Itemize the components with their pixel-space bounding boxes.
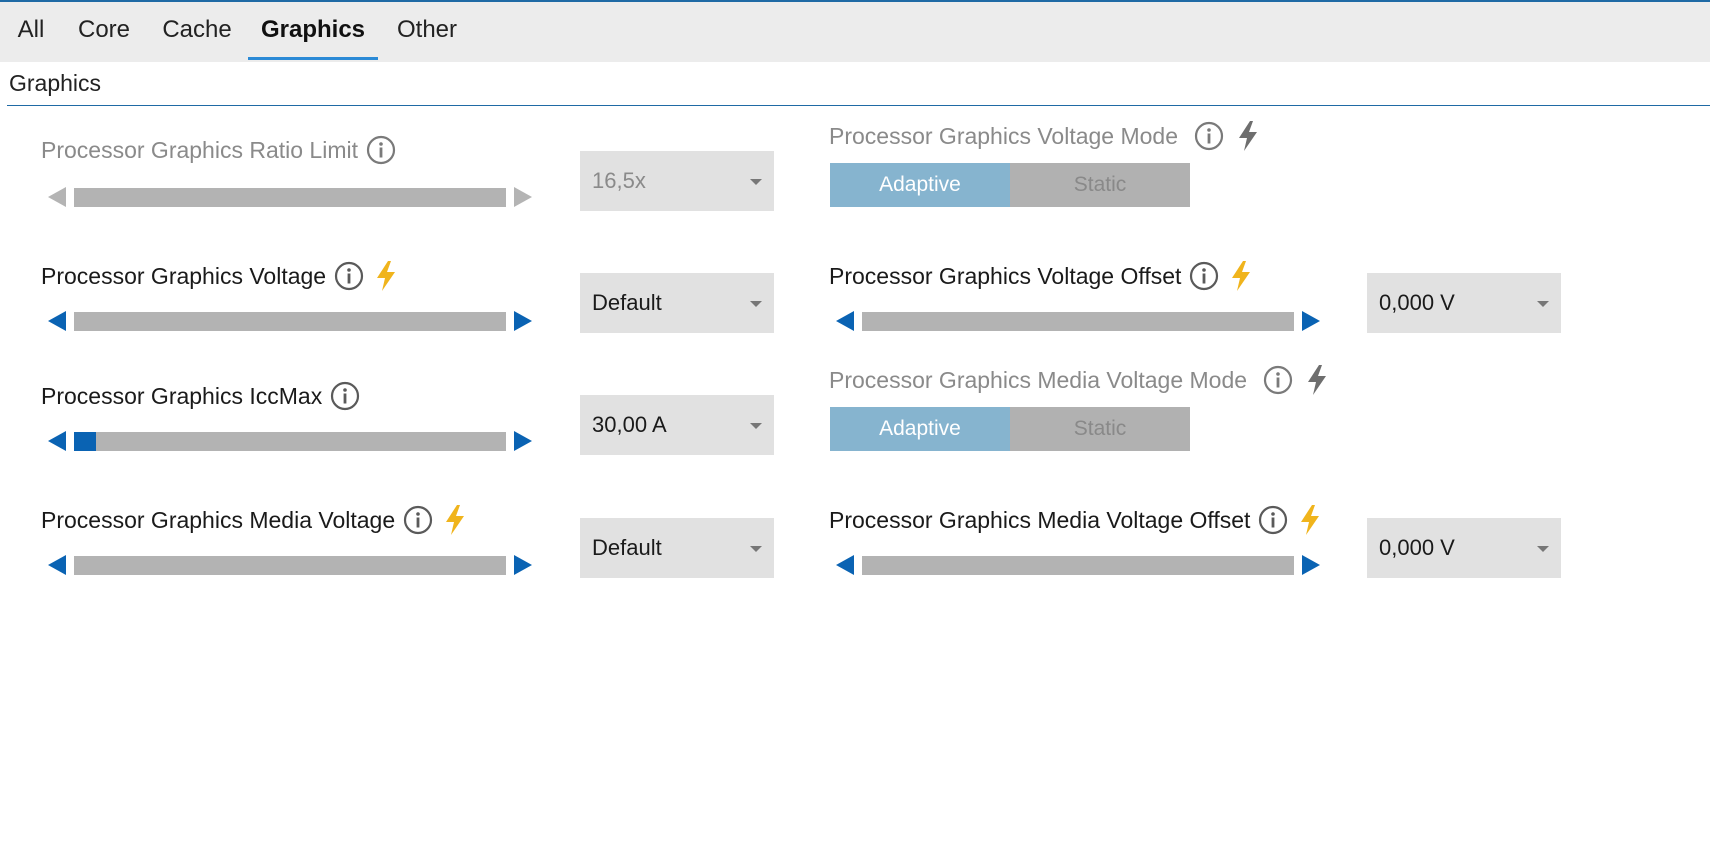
iccmax-decrement-arrow[interactable] <box>48 431 66 451</box>
media-voltage-slider[interactable] <box>48 550 532 580</box>
voltage-slider[interactable] <box>48 306 532 336</box>
media-voltage-mode-adaptive-option[interactable]: Adaptive <box>830 407 1010 451</box>
media-voltage-offset-value: 0,000 V <box>1379 535 1455 560</box>
voltage-slider-track[interactable] <box>74 312 506 331</box>
voltage-offset-label-text: Processor Graphics Voltage Offset <box>829 262 1182 289</box>
media-voltage-offset-label: Processor Graphics Media Voltage Offset <box>829 502 1322 538</box>
lightning-bolt-icon <box>1232 261 1251 291</box>
tab-cache[interactable]: Cache <box>152 2 242 60</box>
ratio-limit-label: Processor Graphics Ratio Limit <box>41 132 396 168</box>
media-voltage-offset-label-text: Processor Graphics Media Voltage Offset <box>829 506 1251 533</box>
section-divider <box>7 105 1710 106</box>
media-voltage-dropdown[interactable]: Default <box>580 518 774 578</box>
media-voltage-offset-slider-track[interactable] <box>862 556 1294 575</box>
voltage-offset-value: 0,000 V <box>1379 290 1455 315</box>
tab-graphics[interactable]: Graphics <box>248 2 378 60</box>
iccmax-label-text: Processor Graphics IccMax <box>41 382 323 409</box>
voltage-increment-arrow[interactable] <box>514 311 532 331</box>
ratio-limit-dropdown[interactable]: 16,5x <box>580 151 774 211</box>
iccmax-value: 30,00 A <box>592 412 667 437</box>
chevron-down-icon <box>750 546 762 552</box>
voltage-offset-slider-track[interactable] <box>862 312 1294 331</box>
chevron-down-icon <box>1537 301 1549 307</box>
iccmax-label: Processor Graphics IccMax <box>41 378 360 414</box>
ratio-limit-decrement-arrow[interactable] <box>48 187 66 207</box>
iccmax-slider-fill[interactable] <box>74 432 96 451</box>
info-icon[interactable] <box>1194 121 1224 151</box>
voltage-mode-label: Processor Graphics Voltage Mode <box>829 118 1260 154</box>
lightning-bolt-icon <box>1239 121 1258 151</box>
voltage-label: Processor Graphics Voltage <box>41 258 398 294</box>
voltage-mode-toggle: Adaptive Static <box>830 163 1190 207</box>
info-icon[interactable] <box>403 505 433 535</box>
ratio-limit-increment-arrow[interactable] <box>514 187 532 207</box>
media-voltage-mode-static-option[interactable]: Static <box>1010 407 1190 451</box>
voltage-dropdown[interactable]: Default <box>580 273 774 333</box>
chevron-down-icon <box>750 301 762 307</box>
voltage-label-text: Processor Graphics Voltage <box>41 262 327 289</box>
media-voltage-slider-track[interactable] <box>74 556 506 575</box>
iccmax-slider-track[interactable] <box>74 432 506 451</box>
voltage-offset-slider[interactable] <box>836 306 1320 336</box>
media-voltage-label: Processor Graphics Media Voltage <box>41 502 467 538</box>
iccmax-slider[interactable] <box>48 426 532 456</box>
media-voltage-mode-label-text: Processor Graphics Media Voltage Mode <box>829 366 1248 393</box>
info-icon[interactable] <box>1263 365 1293 395</box>
voltage-value: Default <box>592 290 662 315</box>
media-voltage-mode-label: Processor Graphics Media Voltage Mode <box>829 362 1329 398</box>
chevron-down-icon <box>1537 546 1549 552</box>
info-icon[interactable] <box>1258 505 1288 535</box>
lightning-bolt-icon <box>377 261 396 291</box>
iccmax-increment-arrow[interactable] <box>514 431 532 451</box>
ratio-limit-value: 16,5x <box>592 168 646 193</box>
media-voltage-offset-dropdown[interactable]: 0,000 V <box>1367 518 1561 578</box>
voltage-mode-label-text: Processor Graphics Voltage Mode <box>829 122 1179 149</box>
app-window: All Core Cache Graphics Other Graphics P… <box>0 0 1710 864</box>
info-icon[interactable] <box>366 135 396 165</box>
chevron-down-icon <box>750 423 762 429</box>
voltage-offset-increment-arrow[interactable] <box>1302 311 1320 331</box>
voltage-mode-static-option[interactable]: Static <box>1010 163 1190 207</box>
media-voltage-offset-decrement-arrow[interactable] <box>836 555 854 575</box>
info-icon[interactable] <box>1189 261 1219 291</box>
ratio-limit-label-text: Processor Graphics Ratio Limit <box>41 136 358 163</box>
lightning-bolt-icon <box>1301 505 1320 535</box>
ratio-limit-slider-track[interactable] <box>74 188 506 207</box>
info-icon[interactable] <box>334 261 364 291</box>
media-voltage-offset-increment-arrow[interactable] <box>1302 555 1320 575</box>
voltage-mode-adaptive-option[interactable]: Adaptive <box>830 163 1010 207</box>
tab-bar: All Core Cache Graphics Other <box>0 2 1710 62</box>
section-title: Graphics <box>9 70 102 96</box>
voltage-decrement-arrow[interactable] <box>48 311 66 331</box>
voltage-offset-decrement-arrow[interactable] <box>836 311 854 331</box>
media-voltage-value: Default <box>592 535 662 560</box>
tab-core[interactable]: Core <box>66 2 142 60</box>
lightning-bolt-icon <box>1308 365 1327 395</box>
lightning-bolt-icon <box>446 505 465 535</box>
media-voltage-label-text: Processor Graphics Media Voltage <box>41 506 396 533</box>
media-voltage-increment-arrow[interactable] <box>514 555 532 575</box>
voltage-offset-dropdown[interactable]: 0,000 V <box>1367 273 1561 333</box>
media-voltage-decrement-arrow[interactable] <box>48 555 66 575</box>
info-icon[interactable] <box>330 381 360 411</box>
tab-other[interactable]: Other <box>388 2 466 60</box>
chevron-down-icon <box>750 179 762 185</box>
voltage-offset-label: Processor Graphics Voltage Offset <box>829 258 1253 294</box>
tab-all[interactable]: All <box>6 2 56 60</box>
media-voltage-mode-toggle: Adaptive Static <box>830 407 1190 451</box>
iccmax-dropdown[interactable]: 30,00 A <box>580 395 774 455</box>
ratio-limit-slider[interactable] <box>48 182 532 212</box>
media-voltage-offset-slider[interactable] <box>836 550 1320 580</box>
